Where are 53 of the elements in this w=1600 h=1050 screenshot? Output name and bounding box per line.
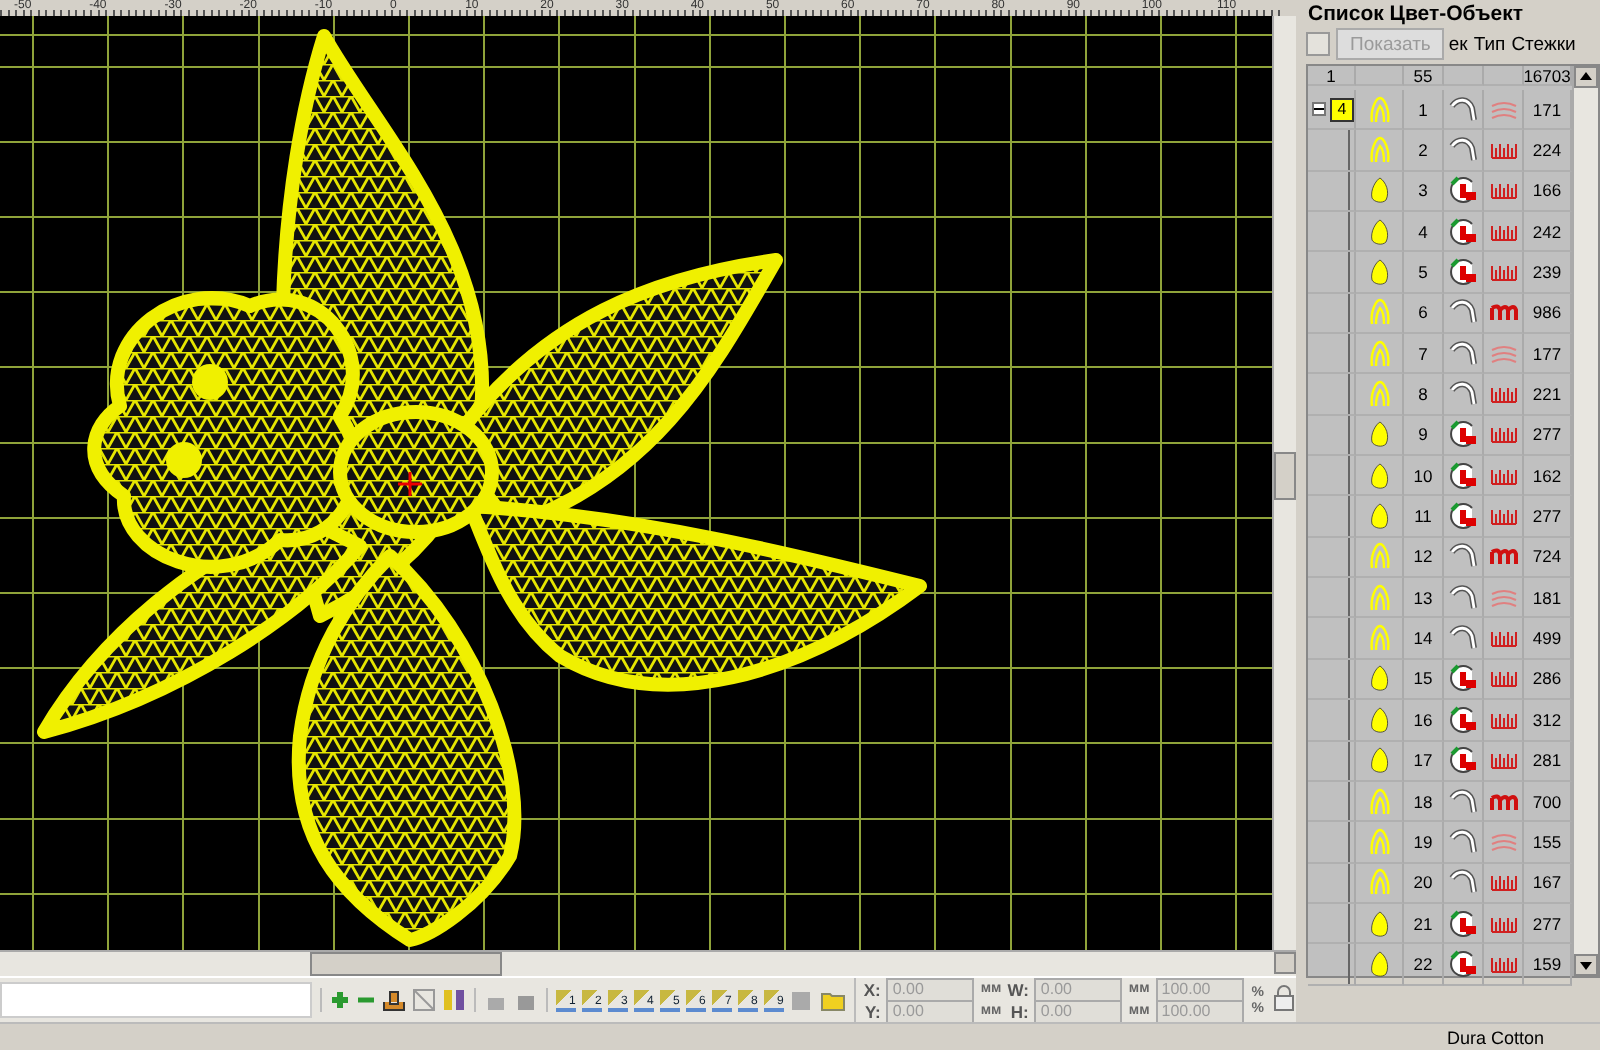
panel-title: Список Цвет-Объект	[1306, 0, 1526, 28]
embroidery-canvas[interactable]	[0, 16, 1272, 950]
object-number: 7	[1404, 334, 1444, 375]
summary-cell	[1444, 66, 1484, 86]
object-number: 6	[1404, 293, 1444, 335]
columns-icon[interactable]	[441, 988, 466, 1012]
column-header[interactable]: ек	[1448, 33, 1468, 55]
object-number: 1	[1404, 90, 1444, 131]
object-number: 17	[1404, 741, 1444, 782]
plus-icon[interactable]	[329, 990, 350, 1010]
object-number: 2	[1404, 130, 1444, 172]
object-number: 20	[1404, 863, 1444, 904]
thread-color-swatch[interactable]: 4	[1330, 97, 1354, 122]
thread-name: Dura Cotton	[1446, 1027, 1544, 1047]
horizontal-scrollbar[interactable]	[0, 950, 1296, 976]
object-number: 15	[1404, 659, 1444, 701]
vertical-scrollbar[interactable]	[1572, 66, 1598, 976]
summary-cell: 55	[1404, 66, 1444, 86]
collapse-button[interactable]	[1306, 32, 1330, 56]
summary-cell: 1	[1308, 66, 1356, 86]
object-number: 12	[1404, 537, 1444, 579]
crosshair-icon	[396, 470, 424, 498]
folder-icon[interactable]	[819, 988, 846, 1012]
object-number: 3	[1404, 171, 1444, 213]
collapse-icon[interactable]	[1312, 102, 1326, 117]
object-number: 18	[1404, 781, 1444, 823]
object-number: 16	[1404, 700, 1444, 741]
object-number: 8	[1404, 374, 1444, 416]
lock-icon[interactable]	[1272, 984, 1296, 1012]
object-number: 10	[1404, 456, 1444, 497]
object-number: 9	[1404, 415, 1444, 457]
scroll-down-icon[interactable]	[1574, 954, 1598, 976]
field-label: Y:	[863, 1001, 881, 1021]
object-number: 11	[1404, 496, 1444, 538]
summary-cell	[1484, 66, 1524, 86]
field-label: H:	[1008, 1001, 1029, 1021]
object-number: 14	[1404, 618, 1444, 660]
object-number: 13	[1404, 578, 1444, 619]
stack-icon[interactable]	[789, 988, 814, 1012]
number-field[interactable]	[0, 982, 312, 1018]
column-header[interactable]: Тип	[1473, 33, 1506, 55]
field-label: W:	[1007, 979, 1029, 999]
object-number: 5	[1404, 252, 1444, 294]
summary-cell	[1356, 66, 1404, 86]
field-label: X:	[863, 979, 881, 999]
object-number: 19	[1404, 822, 1444, 864]
object-number: 21	[1404, 903, 1444, 945]
tray-icon[interactable]	[381, 988, 406, 1012]
column-header[interactable]: Стежки	[1511, 33, 1576, 55]
object-number: 4	[1404, 212, 1444, 253]
scroll-up-icon[interactable]	[1574, 66, 1598, 88]
object-number: 22	[1404, 944, 1444, 986]
vertical-scrollbar[interactable]	[1272, 16, 1296, 950]
